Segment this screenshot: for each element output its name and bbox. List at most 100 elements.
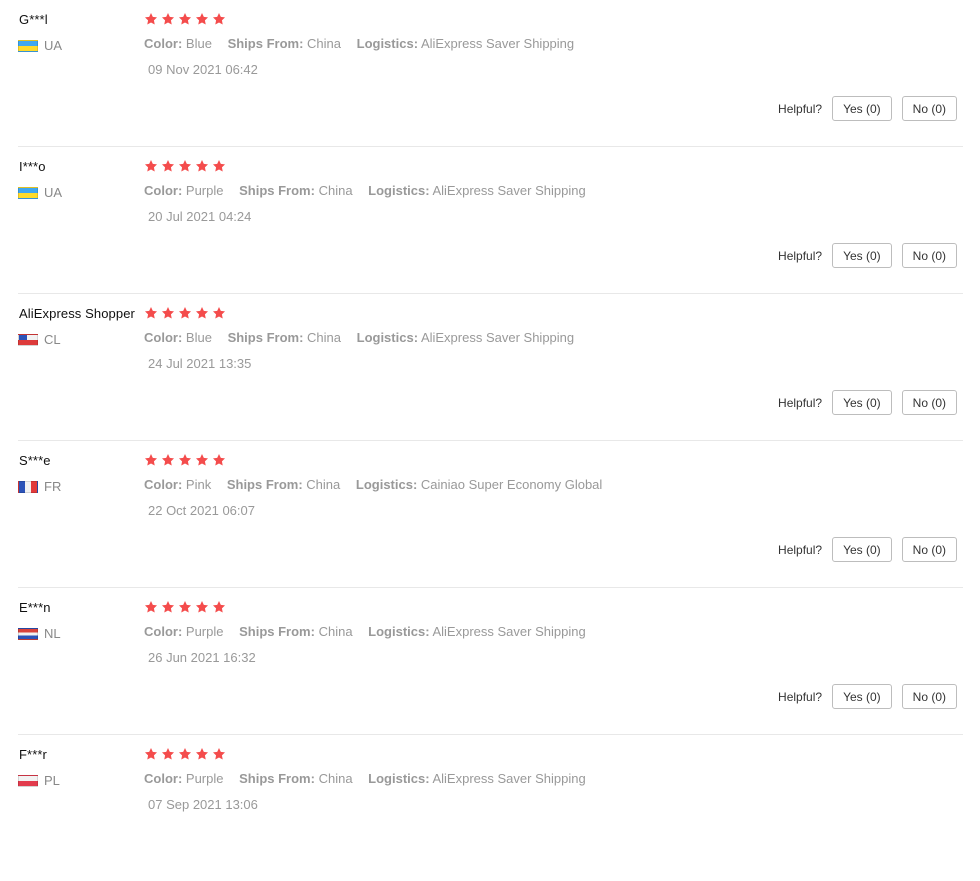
attr-color: Color: Purple bbox=[144, 771, 224, 786]
review-date: 20 Jul 2021 04:24 bbox=[148, 209, 252, 224]
helpful-no-button[interactable]: No (0) bbox=[901, 537, 957, 562]
star-icon bbox=[212, 12, 226, 26]
helpful-yes-button[interactable]: Yes (0) bbox=[832, 684, 892, 709]
helpful-controls: Helpful? Yes (0) No (0) bbox=[778, 684, 957, 709]
user-country: FR bbox=[18, 479, 61, 494]
flag-nl-icon bbox=[18, 627, 38, 640]
user-name: E***n bbox=[19, 600, 51, 615]
attr-logistics: Logistics: Cainiao Super Economy Global bbox=[355, 477, 603, 492]
helpful-controls: Helpful? Yes (0) No (0) bbox=[778, 390, 957, 415]
user-country: CL bbox=[18, 332, 61, 347]
order-attributes: Color: Blue Ships From: China Logistics:… bbox=[144, 36, 586, 51]
star-icon bbox=[161, 159, 175, 173]
star-icon bbox=[178, 12, 192, 26]
user-country: PL bbox=[18, 773, 60, 788]
order-attributes: Color: Pink Ships From: China Logistics:… bbox=[144, 477, 614, 492]
star-icon bbox=[144, 12, 158, 26]
attr-ships-from: Ships From: China bbox=[227, 36, 341, 51]
helpful-label: Helpful? bbox=[778, 542, 823, 557]
order-attributes: Color: Blue Ships From: China Logistics:… bbox=[144, 330, 586, 345]
review-date: 22 Oct 2021 06:07 bbox=[148, 503, 255, 518]
attr-logistics: Logistics: AliExpress Saver Shipping bbox=[356, 330, 575, 345]
star-icon bbox=[161, 12, 175, 26]
user-name: G***l bbox=[19, 12, 48, 27]
star-icon bbox=[212, 159, 226, 173]
star-icon bbox=[144, 600, 158, 614]
review-date: 24 Jul 2021 13:35 bbox=[148, 356, 252, 371]
helpful-yes-button[interactable]: Yes (0) bbox=[832, 96, 892, 121]
flag-ua-icon bbox=[18, 39, 38, 52]
feedback-list: G***l UA Color: Blue Ships From: China L… bbox=[0, 0, 980, 881]
user-country: NL bbox=[18, 626, 61, 641]
star-icon bbox=[195, 453, 209, 467]
attr-logistics: Logistics: AliExpress Saver Shipping bbox=[356, 36, 575, 51]
star-icon bbox=[144, 159, 158, 173]
country-code: UA bbox=[44, 38, 63, 53]
user-name: F***r bbox=[19, 747, 47, 762]
attr-logistics: Logistics: AliExpress Saver Shipping bbox=[368, 183, 586, 198]
attr-color: Color: Purple bbox=[144, 624, 224, 639]
attr-ships-from: Ships From: China bbox=[227, 330, 341, 345]
helpful-no-button[interactable]: No (0) bbox=[901, 390, 957, 415]
review-item: AliExpress Shopper CL Color: Blue Ships … bbox=[18, 294, 963, 441]
attr-color: Color: Purple bbox=[144, 183, 224, 198]
user-country: UA bbox=[18, 38, 62, 53]
star-rating bbox=[144, 600, 226, 614]
helpful-no-button[interactable]: No (0) bbox=[901, 684, 957, 709]
attr-ships-from: Ships From: China bbox=[239, 624, 353, 639]
review-date: 26 Jun 2021 16:32 bbox=[148, 650, 256, 665]
star-icon bbox=[195, 600, 209, 614]
star-rating bbox=[144, 453, 226, 467]
star-icon bbox=[178, 306, 192, 320]
star-icon bbox=[144, 306, 158, 320]
flag-ua-icon bbox=[18, 186, 38, 199]
star-icon bbox=[178, 159, 192, 173]
flag-cl-icon bbox=[18, 333, 38, 346]
order-attributes: Color: Purple Ships From: China Logistic… bbox=[144, 624, 598, 639]
review-date: 09 Nov 2021 06:42 bbox=[148, 62, 258, 77]
star-icon bbox=[161, 600, 175, 614]
star-icon bbox=[161, 453, 175, 467]
star-icon bbox=[195, 306, 209, 320]
helpful-controls: Helpful? Yes (0) No (0) bbox=[778, 537, 957, 562]
helpful-label: Helpful? bbox=[778, 395, 823, 410]
attr-ships-from: Ships From: China bbox=[239, 183, 353, 198]
star-icon bbox=[161, 306, 175, 320]
order-attributes: Color: Purple Ships From: China Logistic… bbox=[144, 771, 598, 786]
star-icon bbox=[212, 747, 226, 761]
attr-ships-from: Ships From: China bbox=[239, 771, 353, 786]
user-name: S***e bbox=[19, 453, 51, 468]
star-rating bbox=[144, 159, 226, 173]
helpful-no-button[interactable]: No (0) bbox=[901, 96, 957, 121]
helpful-yes-button[interactable]: Yes (0) bbox=[832, 243, 892, 268]
helpful-controls: Helpful? Yes (0) No (0) bbox=[778, 243, 957, 268]
star-icon bbox=[161, 747, 175, 761]
star-rating bbox=[144, 12, 226, 26]
attr-color: Color: Blue bbox=[144, 36, 212, 51]
attr-color: Color: Blue bbox=[144, 330, 212, 345]
review-item: S***e FR Color: Pink Ships From: China L… bbox=[18, 441, 963, 588]
review-item: I***o UA Color: Purple Ships From: China… bbox=[18, 147, 963, 294]
helpful-yes-button[interactable]: Yes (0) bbox=[832, 390, 892, 415]
star-icon bbox=[195, 747, 209, 761]
attr-logistics: Logistics: AliExpress Saver Shipping bbox=[368, 771, 586, 786]
country-code: UA bbox=[44, 185, 63, 200]
star-icon bbox=[178, 600, 192, 614]
user-name: I***o bbox=[19, 159, 46, 174]
attr-ships-from: Ships From: China bbox=[226, 477, 341, 492]
star-icon bbox=[212, 453, 226, 467]
user-name: AliExpress Shopper bbox=[19, 306, 135, 321]
helpful-label: Helpful? bbox=[778, 689, 823, 704]
country-code: FR bbox=[44, 479, 62, 494]
star-icon bbox=[178, 747, 192, 761]
order-attributes: Color: Purple Ships From: China Logistic… bbox=[144, 183, 598, 198]
helpful-label: Helpful? bbox=[778, 101, 823, 116]
helpful-no-button[interactable]: No (0) bbox=[901, 243, 957, 268]
user-country: UA bbox=[18, 185, 62, 200]
review-item: E***n NL Color: Purple Ships From: China… bbox=[18, 588, 963, 735]
helpful-yes-button[interactable]: Yes (0) bbox=[832, 537, 892, 562]
star-icon bbox=[178, 453, 192, 467]
flag-pl-icon bbox=[18, 774, 38, 787]
attr-color: Color: Pink bbox=[144, 477, 212, 492]
country-code: NL bbox=[44, 626, 61, 641]
